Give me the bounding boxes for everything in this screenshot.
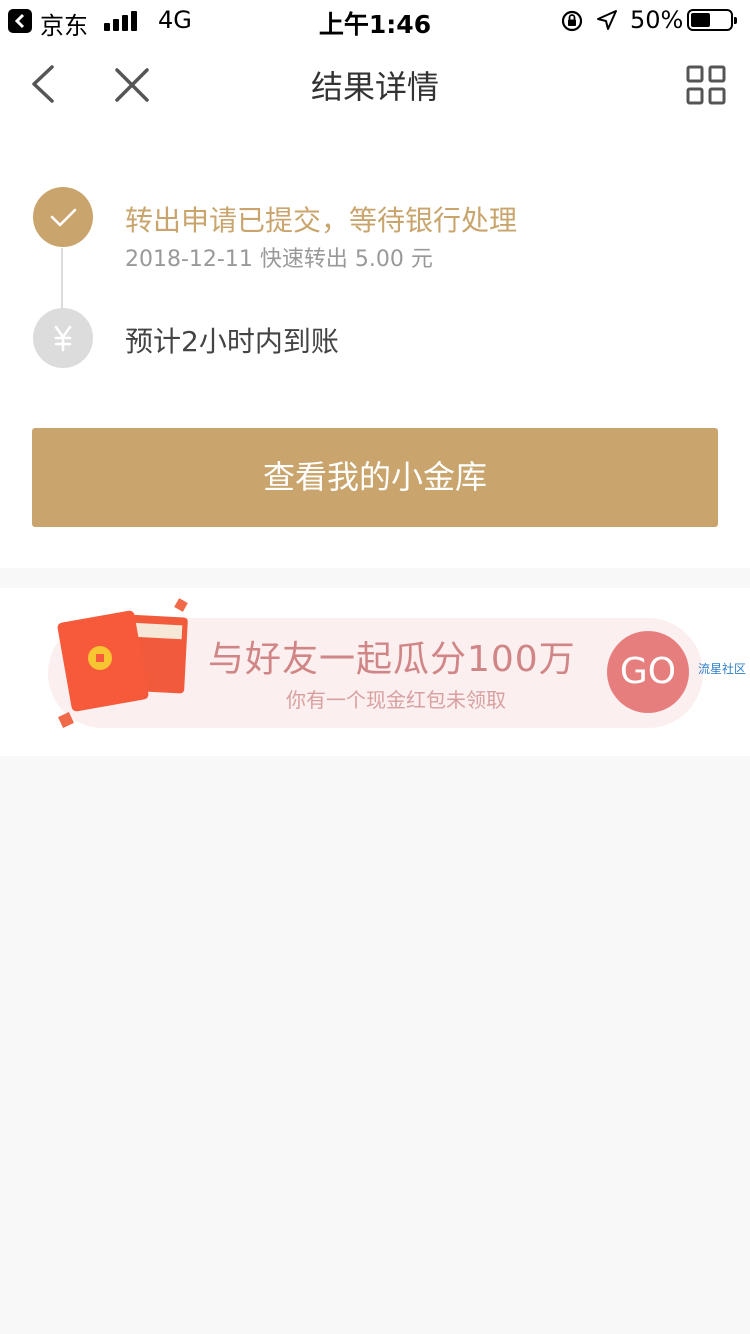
battery-icon	[687, 9, 737, 31]
step-connector	[61, 248, 63, 310]
check-icon	[50, 208, 77, 227]
step-submitted-detail: 2018-12-11 快速转出 5.00 元	[125, 247, 433, 272]
promo-banner[interactable]: 与好友一起瓜分100万 你有一个现金红包未领取 GO 流星社区	[0, 588, 750, 756]
battery-percent: 50%	[630, 6, 684, 34]
status-bar: 京东 4G 上午1:46 50%	[0, 0, 750, 40]
view-treasury-button[interactable]: 查看我的小金库	[32, 428, 718, 527]
step-arrival-title: 预计2小时内到账	[125, 325, 339, 358]
nav-bar: 结果详情	[0, 40, 750, 128]
red-envelope-icon	[57, 598, 188, 728]
page-title: 结果详情	[310, 68, 439, 106]
result-card: 转出申请已提交，等待银行处理 2018-12-11 快速转出 5.00 元 预计…	[0, 128, 750, 568]
yen-icon	[54, 325, 72, 352]
rotation-lock-icon	[561, 10, 583, 32]
go-button[interactable]: GO	[607, 631, 689, 713]
step-submitted-title: 转出申请已提交，等待银行处理	[125, 204, 518, 237]
promo-subtitle: 你有一个现金红包未领取	[286, 688, 506, 712]
promo-title: 与好友一起瓜分100万	[208, 639, 576, 680]
page: 京东 4G 上午1:46 50% 结果详情 转出申请已提交，等待银行处理 201…	[0, 0, 750, 1334]
step-pending-badge	[33, 308, 93, 368]
location-icon	[597, 10, 617, 30]
grid-icon[interactable]	[686, 65, 726, 105]
watermark-text: 流星社区	[698, 662, 747, 676]
step-done-badge	[33, 187, 93, 247]
